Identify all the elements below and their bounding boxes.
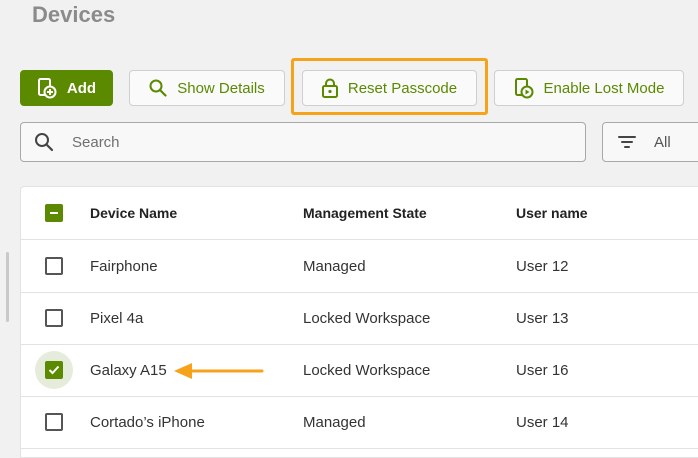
page-title: Devices [32,2,116,27]
management-state-cell: Locked Workspace [303,361,431,379]
highlight-box [291,58,488,115]
device-name-cell: Pixel 4a [90,309,144,327]
add-button-label: Add [66,79,97,97]
enable-lost-mode-button[interactable]: Enable Lost Mode [494,70,684,106]
add-button[interactable]: Add [20,70,113,106]
filter-icon [618,136,636,148]
search-icon [149,79,167,97]
table-row[interactable]: Cortado’s iPhone Managed User 14 [21,396,698,449]
user-name-cell: User 13 [516,309,569,327]
search-icon [35,133,54,152]
user-name-cell: User 14 [516,413,569,431]
arrow-left-icon [174,363,264,379]
checkbox-indeterminate-icon [50,212,58,214]
row-checkbox[interactable] [45,309,63,327]
filter-label: All [654,133,671,151]
management-state-cell: Locked Workspace [303,309,431,327]
enable-lost-mode-label: Enable Lost Mode [543,79,665,97]
lost-mode-icon [514,78,534,99]
select-all-checkbox[interactable] [45,204,63,222]
table-row[interactable]: Fairphone Managed User 12 [21,240,698,293]
table-row[interactable]: Pixel 4a Locked Workspace User 13 [21,292,698,345]
user-name-cell: User 12 [516,257,569,275]
add-device-icon [37,78,57,99]
devices-table: Device Name Management State User name F… [20,186,698,458]
device-name-cell: Cortado’s iPhone [90,413,205,431]
device-name-cell: Galaxy A15 [90,361,167,379]
scroll-indicator[interactable] [6,252,9,322]
search-box[interactable] [20,122,586,162]
column-header-user-name[interactable]: User name [516,187,588,239]
column-header-management-state[interactable]: Management State [303,187,427,239]
row-checkbox[interactable] [45,257,63,275]
table-row[interactable]: Galaxy A15 Locked Workspace User 16 [21,344,698,397]
search-input[interactable] [70,132,534,152]
user-name-cell: User 16 [516,361,569,379]
column-header-device-name[interactable]: Device Name [90,187,177,239]
table-header-row: Device Name Management State User name [21,187,698,240]
checkmark-icon [48,365,60,375]
show-details-button[interactable]: Show Details [129,70,285,106]
row-checkbox[interactable] [45,361,63,379]
show-details-label: Show Details [177,79,265,97]
management-state-cell: Managed [303,257,366,275]
filter-dropdown[interactable]: All [602,122,698,162]
management-state-cell: Managed [303,413,366,431]
device-name-cell: Fairphone [90,257,158,275]
row-checkbox[interactable] [45,413,63,431]
